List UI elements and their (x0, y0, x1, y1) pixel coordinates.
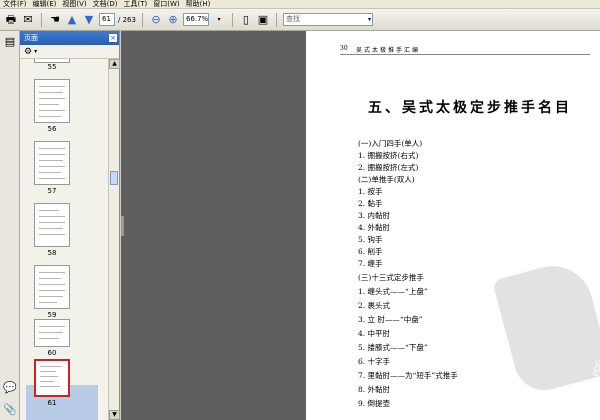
attachments-icon[interactable]: 📎 (3, 403, 17, 417)
zoom-dropdown-icon[interactable]: ▾ (212, 13, 226, 27)
page-thumbnail[interactable] (34, 203, 70, 247)
document-view[interactable]: 30 吴式太极推手汇编 五、吴式太极定步推手名目 (一)入门四手(单人) 1. … (121, 31, 600, 420)
text-line: 7. 缠手 (358, 259, 383, 268)
page-thumbnail[interactable] (34, 319, 70, 347)
zoom-out-icon[interactable]: ⊖ (149, 13, 163, 27)
text-line: 1. 缠头式——“上盘” (358, 287, 428, 296)
toolbar: 🖶 ✉ ☚ ▲ ▼ 61 / 263 ⊖ ⊕ 66.7% ▾ ▯ ▣ 查找 ▾ (0, 9, 600, 31)
text-line: 2. 黏手 (358, 199, 383, 208)
text-line: (一)入门四手(单人) (358, 139, 423, 148)
menu-document[interactable]: 文档(D) (93, 0, 118, 9)
close-panel-icon[interactable]: × (109, 34, 117, 42)
thumbnail-label: 60 (47, 349, 57, 357)
email-icon[interactable]: ✉ (21, 13, 35, 27)
text-line: 4. 中平肘 (358, 329, 391, 338)
text-line: 2. 裹头式 (358, 301, 391, 310)
text-line: 1. 掤搬按挤(右式) (358, 151, 419, 160)
search-input[interactable]: 查找 ▾ (282, 13, 373, 26)
navigation-rail: ▤ 💬 📎 (0, 31, 20, 420)
text-line: 5. 钩手 (358, 235, 383, 244)
header-rule (340, 54, 590, 55)
page-title: 五、吴式太极定步推手名目 (368, 100, 572, 116)
print-icon[interactable]: 🖶 (4, 13, 18, 27)
text-line: 6. 削手 (358, 247, 383, 256)
menu-window[interactable]: 窗口(W) (153, 0, 179, 9)
thumbnail-label: 57 (47, 187, 57, 195)
zoom-in-icon[interactable]: ⊕ (166, 13, 180, 27)
thumbnail-label: 55 (47, 63, 57, 71)
fit-page-icon[interactable]: ▯ (239, 13, 253, 27)
scroll-up-icon[interactable]: ▲ (109, 59, 120, 69)
pages-panel-icon[interactable]: ▤ (3, 35, 17, 49)
text-line: 2. 掤搬按挤(左式) (358, 163, 419, 172)
panel-splitter[interactable] (121, 216, 124, 236)
thumbnail-label: 56 (47, 125, 57, 133)
page-number-input[interactable]: 61 (99, 13, 115, 26)
pdf-reader-window: 文件(F) 编辑(E) 视图(V) 文档(D) 工具(T) 窗口(W) 帮助(H… (0, 0, 600, 420)
next-page-icon[interactable]: ▼ (82, 13, 96, 27)
text-line: 4. 外黏肘 (358, 223, 391, 232)
scroll-thumb[interactable] (110, 171, 118, 185)
menu-bar: 文件(F) 编辑(E) 视图(V) 文档(D) 工具(T) 窗口(W) 帮助(H… (0, 0, 600, 9)
zoom-input[interactable]: 66.7% (182, 13, 209, 26)
text-line: 8. 外黏肘 (358, 385, 391, 394)
hand-tool-icon[interactable]: ☚ (48, 13, 62, 27)
running-head: 吴式太极推手汇编 (356, 47, 421, 54)
toolbar-separator (41, 12, 42, 27)
toolbar-separator (275, 12, 277, 27)
text-line: 5. 搂膝式——“下盘” (358, 343, 428, 352)
text-line: (二)单推手(双人) (358, 175, 415, 184)
comments-icon[interactable]: 💬 (3, 381, 17, 395)
toolbar-separator (231, 12, 233, 27)
thumbnail-label: 58 (47, 249, 57, 257)
previous-page-icon[interactable]: ▲ (65, 13, 79, 27)
menu-tools[interactable]: 工具(T) (124, 0, 148, 9)
text-line: (三)十三式定步推手 (358, 273, 424, 282)
watermark-text: PDG (591, 358, 600, 378)
thumbnail-scrollbar[interactable]: ▲ ▼ (108, 59, 120, 420)
thumbnail-panel: 页面 × ⚙ ▾ 55 56 57 58 59 60 61 ▲ ▼ (20, 31, 120, 420)
thumbnail-label: 61 (47, 399, 57, 407)
page-thumbnail[interactable] (34, 79, 70, 123)
document-page: 30 吴式太极推手汇编 五、吴式太极定步推手名目 (一)入门四手(单人) 1. … (306, 31, 600, 420)
text-line: 1. 按手 (358, 187, 383, 196)
search-placeholder: 查找 (285, 15, 300, 23)
page-number: 30 (340, 45, 348, 52)
panel-title: 页面 (24, 34, 38, 42)
watermark-seal: PDG (492, 257, 600, 397)
text-line: 7. 里黏肘——为“短手”式推手 (358, 371, 458, 380)
text-line: 6. 十字手 (358, 357, 391, 366)
options-dropdown-icon[interactable]: ▾ (34, 48, 37, 55)
text-line: 9. 倒提壶 (358, 399, 391, 408)
thumbnail-list: 55 56 57 58 59 60 61 (20, 59, 108, 420)
panel-options: ⚙ ▾ (20, 45, 119, 59)
panel-header: 页面 × (20, 31, 119, 45)
scroll-down-icon[interactable]: ▼ (109, 410, 120, 420)
options-icon[interactable]: ⚙ (24, 47, 32, 57)
toolbar-separator (141, 12, 143, 27)
menu-edit[interactable]: 编辑(E) (33, 0, 57, 9)
text-line: 3. 立 肘——“中盘” (358, 315, 423, 324)
page-thumbnail[interactable] (34, 265, 70, 309)
page-thumbnail-current[interactable] (34, 359, 70, 397)
page-thumbnail[interactable] (34, 141, 70, 185)
menu-file[interactable]: 文件(F) (3, 0, 27, 9)
menu-view[interactable]: 视图(V) (62, 0, 86, 9)
total-pages-label: / 263 (118, 15, 136, 24)
text-line: 3. 内黏肘 (358, 211, 391, 220)
search-dropdown-icon[interactable]: ▾ (368, 14, 371, 25)
menu-help[interactable]: 帮助(H) (186, 0, 211, 9)
fit-width-icon[interactable]: ▣ (256, 13, 270, 27)
thumbnail-label: 59 (47, 311, 57, 319)
